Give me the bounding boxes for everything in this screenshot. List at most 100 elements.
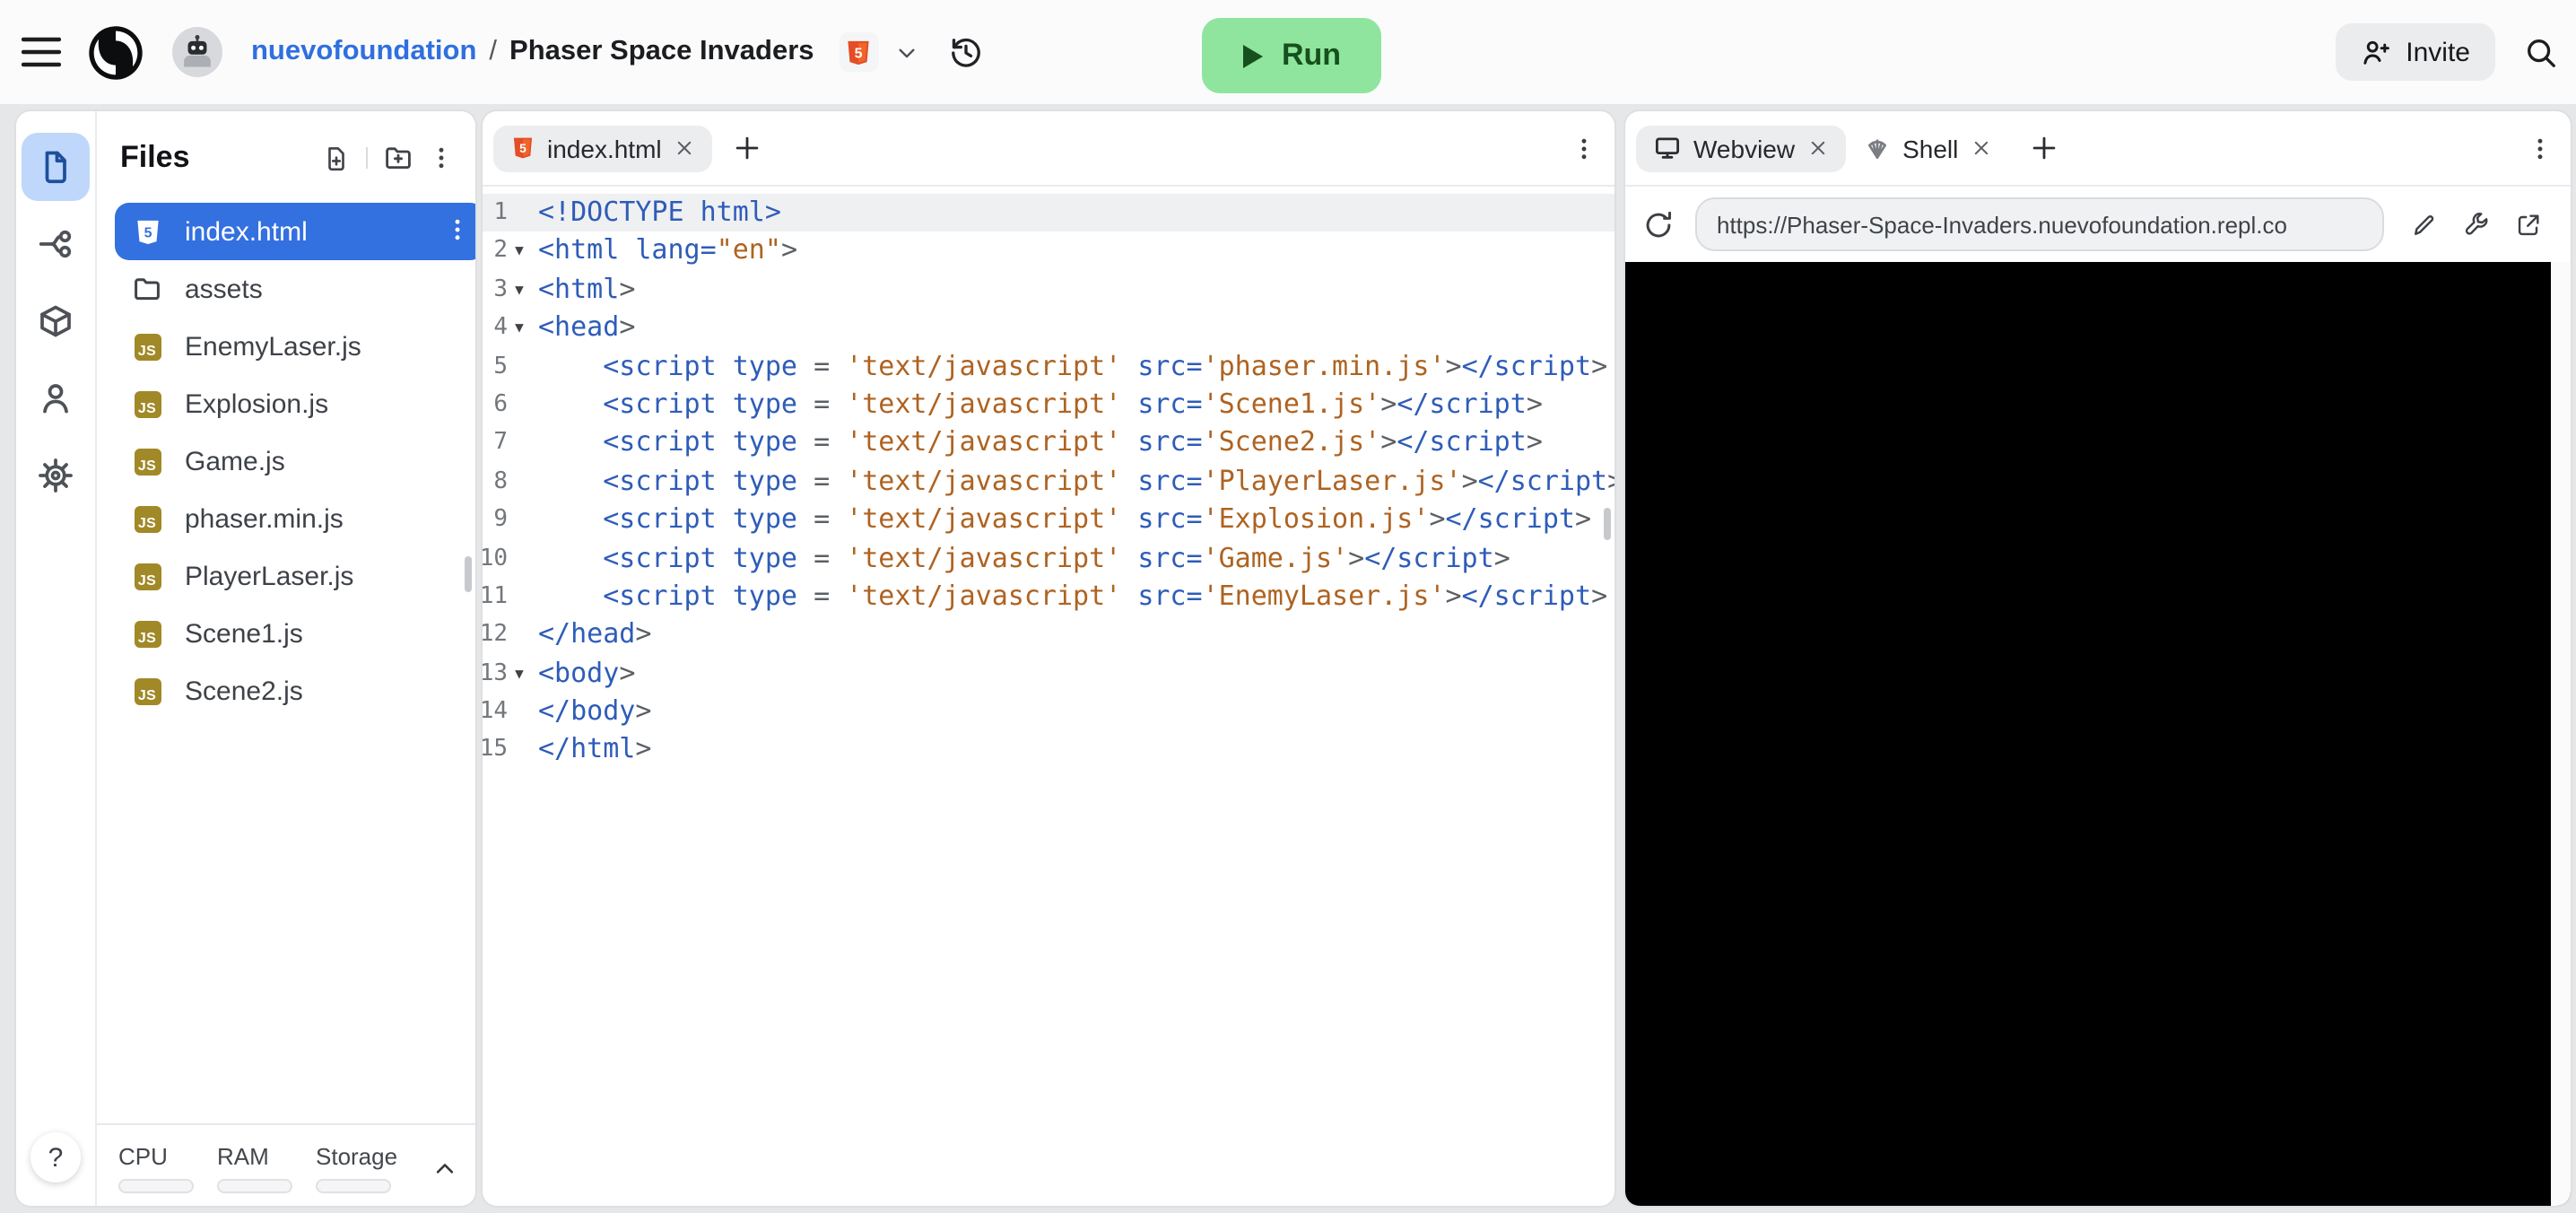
code-line-content[interactable]: <html> [538,271,635,310]
code-line-8[interactable]: 8 <script type = 'text/javascript' src='… [483,462,1614,501]
add-file-button[interactable] [323,144,350,171]
file-row-index.html[interactable]: 5 index.html [115,203,475,260]
webview-new-tab-plus-icon[interactable] [2030,135,2057,161]
code-line-5[interactable]: 5 <script type = 'text/javascript' src='… [483,347,1614,386]
file-row-Scene2.js[interactable]: JS Scene2.js [115,662,475,720]
editor-pane-kebab-icon[interactable] [1571,135,1597,161]
files-menu-kebab-icon[interactable] [429,145,454,170]
code-line-4[interactable]: 4 ▼ <head> [483,309,1614,347]
replit-logo-icon[interactable] [86,22,145,82]
code-line-content[interactable]: <script type = 'text/javascript' src='En… [538,578,1607,616]
project-chevron-down-icon[interactable] [895,40,918,64]
file-row-PlayerLaser.js[interactable]: JS PlayerLaser.js [115,547,475,605]
rail-item-settings[interactable] [22,441,90,510]
files-scrollbar-thumb[interactable] [465,556,472,592]
file-row-Scene1.js[interactable]: JS Scene1.js [115,605,475,662]
code-line-10[interactable]: 10 <script type = 'text/javascript' src=… [483,539,1614,578]
file-name: Scene2.js [185,676,303,706]
edit-pencil-icon[interactable] [2411,211,2438,238]
code-line-9[interactable]: 9 <script type = 'text/javascript' src='… [483,501,1614,539]
code-line-13[interactable]: 13▼<body> [483,654,1614,693]
code-line-content[interactable]: </body> [538,693,651,731]
hamburger-menu-button[interactable] [22,36,61,68]
search-icon[interactable] [2524,35,2558,69]
breadcrumb-project-name[interactable]: Phaser Space Invaders [509,36,814,68]
editor-new-tab-plus-icon[interactable] [734,135,761,161]
reload-icon[interactable] [1643,209,1674,240]
js-file-icon: JS [133,448,161,475]
fold-chevron-icon[interactable]: ▼ [508,654,531,693]
code-line-content[interactable]: <script type = 'text/javascript' src='Ex… [538,501,1591,539]
close-tab-icon[interactable] [1807,138,1827,158]
rail-item-account[interactable] [22,364,90,432]
file-row-EnemyLaser.js[interactable]: JS EnemyLaser.js [115,318,475,375]
code-editor[interactable]: 1 <!DOCTYPE html> 2 ▼ <html lang="en"> 3 ▼ <htm… [483,187,1614,770]
webview-scrollbar-gutter[interactable] [2551,262,2571,1206]
tab-label: index.html [547,134,662,162]
help-button[interactable]: ? [30,1132,81,1182]
file-row-Game.js[interactable]: JS Game.js [115,432,475,490]
file-name: phaser.min.js [185,503,344,534]
fold-chevron-icon[interactable]: ▼ [508,271,531,310]
code-line-6[interactable]: 6 <script type = 'text/javascript' src='… [483,386,1614,424]
code-line-7[interactable]: 7 <script type = 'text/javascript' src='… [483,424,1614,463]
fold-chevron-icon[interactable]: ▼ [508,309,531,347]
history-icon[interactable] [949,35,983,69]
add-folder-button[interactable] [384,144,413,172]
line-number: 13 [483,659,508,687]
tool-rail [16,111,97,1206]
code-line-3[interactable]: 3 ▼ <html> [483,271,1614,310]
line-number: 12 [483,621,508,649]
js-file-icon: JS [133,505,161,532]
file-row-Explosion.js[interactable]: JS Explosion.js [115,375,475,432]
user-avatar[interactable] [172,27,222,77]
webview-pane-kebab-icon[interactable] [2528,135,2553,161]
code-line-content[interactable]: <script type = 'text/javascript' src='Ga… [538,539,1510,578]
run-button[interactable]: Run [1202,18,1381,93]
html-icon: 5 [511,136,535,160]
file-name: Scene1.js [185,618,303,649]
js-file-icon: JS [133,390,161,417]
code-line-content[interactable]: <script type = 'text/javascript' src='Sc… [538,386,1543,424]
breadcrumb-org-link[interactable]: nuevofoundation [251,36,476,68]
invite-button[interactable]: Invite [2336,23,2495,81]
webview-pane: Webview Shell [1625,111,2571,1206]
resources-collapse-chevron-up-icon[interactable] [432,1155,457,1180]
code-line-content[interactable]: <script type = 'text/javascript' src='Pl… [538,462,1614,501]
open-in-new-tab-icon[interactable] [2515,211,2542,238]
editor-tab-index.html[interactable]: 5 index.html [493,125,712,171]
code-line-12[interactable]: 12 </head> [483,616,1614,655]
code-line-content[interactable]: <body> [538,654,635,693]
code-line-content[interactable]: <html lang="en"> [538,232,797,271]
file-row-phaser.min.js[interactable]: JS phaser.min.js [115,490,475,547]
close-tab-icon[interactable] [674,138,694,158]
resource-ram: RAM [217,1142,292,1192]
rail-item-packages[interactable] [22,287,90,355]
code-line-11[interactable]: 11 <script type = 'text/javascript' src=… [483,578,1614,616]
url-bar [1695,197,2384,251]
rail-item-files[interactable] [22,133,90,201]
code-line-content[interactable]: </head> [538,616,651,655]
code-line-content[interactable]: <script type = 'text/javascript' src='ph… [538,347,1607,386]
close-tab-icon[interactable] [1971,138,1990,158]
code-line-1[interactable]: 1 <!DOCTYPE html> [483,194,1614,232]
url-input[interactable] [1697,211,2382,238]
file-name: assets [185,274,263,304]
code-line-14[interactable]: 14 </body> [483,693,1614,731]
code-line-content[interactable]: <head> [538,309,635,347]
webview-tab-webview[interactable]: Webview [1636,125,1846,171]
devtools-wrench-icon[interactable] [2463,211,2490,238]
code-line-content[interactable]: <!DOCTYPE html> [538,194,781,232]
file-row-kebab-icon[interactable] [445,217,470,242]
code-line-content[interactable]: <script type = 'text/javascript' src='Sc… [538,424,1543,463]
code-line-15[interactable]: 15 </html> [483,731,1614,770]
top-header: nuevofoundation / Phaser Space Invaders … [0,0,2576,104]
webview-tab-shell[interactable]: Shell [1845,125,2008,171]
code-line-content[interactable]: </html> [538,731,651,770]
line-number: 14 [483,698,508,726]
fold-chevron-icon[interactable]: ▼ [508,232,531,271]
rail-item-version-control[interactable] [22,210,90,278]
file-row-assets[interactable]: assets [115,260,475,318]
code-line-2[interactable]: 2 ▼ <html lang="en"> [483,232,1614,271]
editor-scrollbar-thumb[interactable] [1604,508,1611,540]
